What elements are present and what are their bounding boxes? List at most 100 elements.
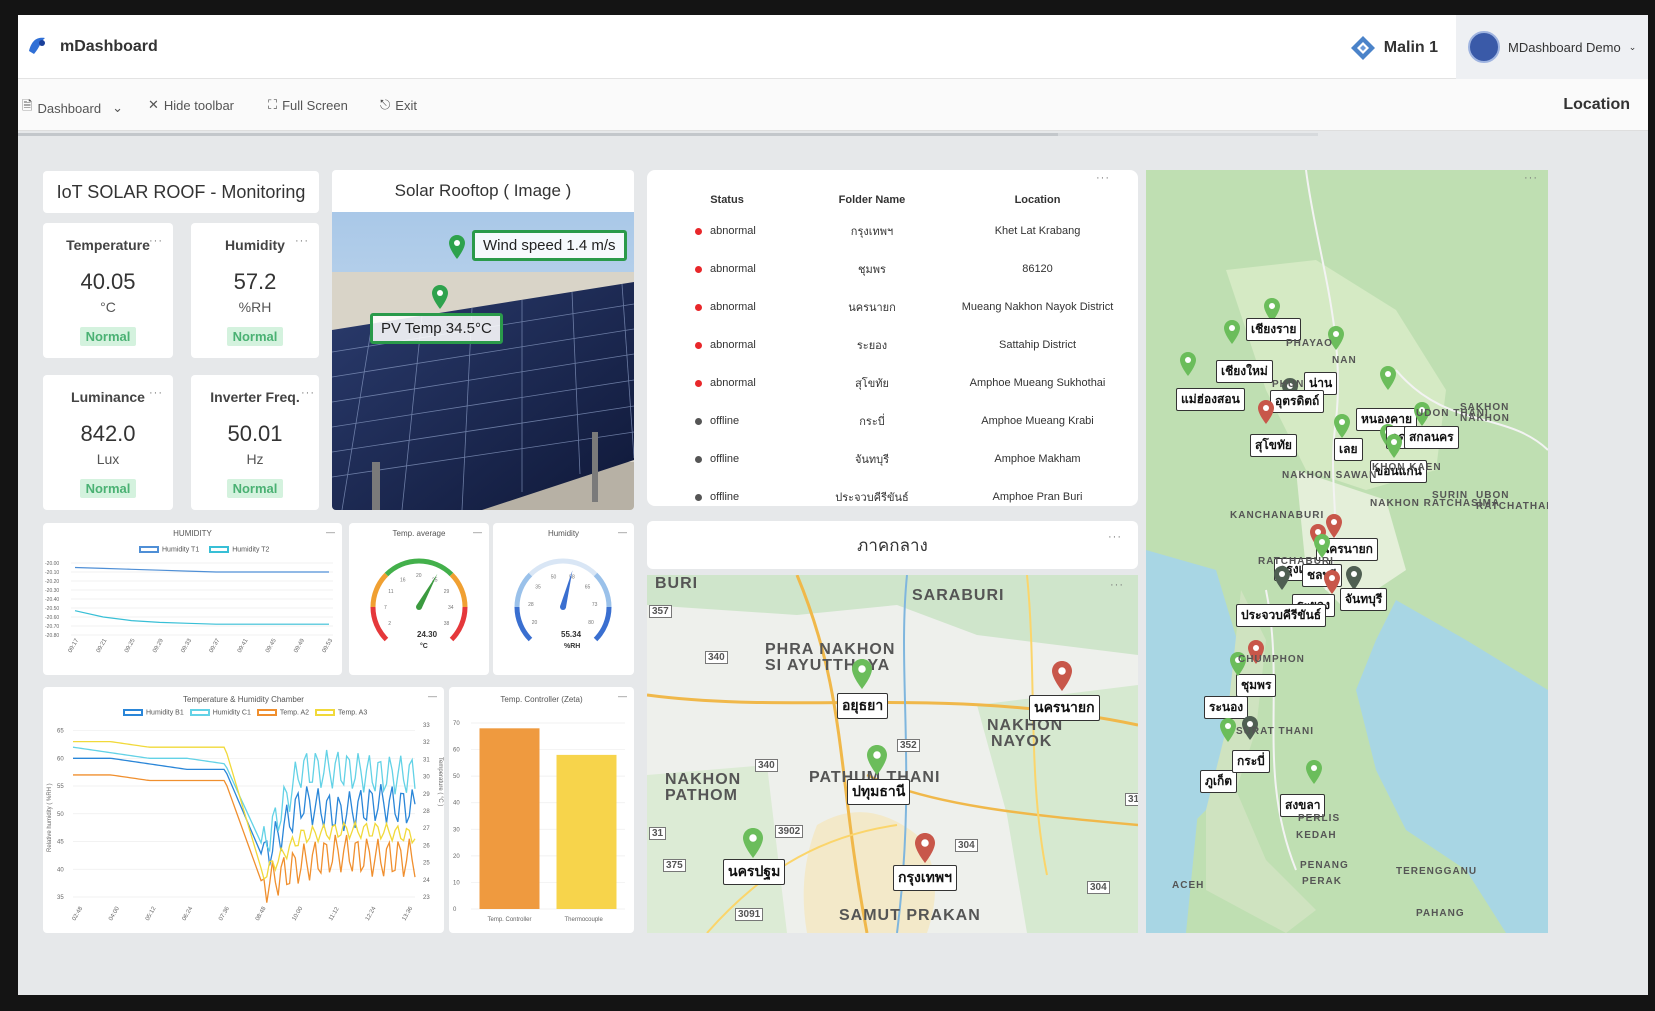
- sensor-card-humidity[interactable]: Humidity ··· 57.2 %RH Normal: [191, 223, 319, 358]
- sensor-card-inverter-freq[interactable]: Inverter Freq. ··· 50.01 Hz Normal: [191, 375, 319, 510]
- sensor-card-luminance[interactable]: Luminance ··· 842.0 Lux Normal: [43, 375, 173, 510]
- location-cell: Amphoe Makham: [994, 453, 1081, 465]
- map-marker-icon[interactable]: [743, 828, 763, 858]
- dashboard-menu[interactable]: 🗎 Dashboard ⌄: [22, 97, 123, 119]
- location-cell: Khet Lat Krabang: [994, 225, 1081, 237]
- status-cell: abnormal: [647, 212, 807, 250]
- map-marker-icon[interactable]: [1052, 661, 1072, 691]
- more-icon[interactable]: ···: [1110, 579, 1124, 591]
- humidity-line-chart-card: HUMIDITY — Humidity T1 Humidity T2 -20.0…: [43, 523, 342, 675]
- map-marker-icon[interactable]: [1386, 434, 1402, 463]
- central-region-map[interactable]: BURI SARABURI PHRA NAKHON SI AYUTTHAYA N…: [647, 575, 1138, 933]
- more-icon[interactable]: ···: [301, 387, 315, 399]
- gauge-tick-label: 16: [400, 577, 406, 583]
- y-tick-label: 45: [57, 840, 64, 846]
- location-pin-icon: [432, 285, 448, 309]
- full-screen-button[interactable]: ⛶ Full Screen: [268, 97, 348, 113]
- sensor-value: 842.0: [80, 421, 136, 446]
- series-line[interactable]: [73, 774, 416, 903]
- map-place: NAYOK: [991, 733, 1053, 750]
- app-brand[interactable]: mDashboard: [60, 38, 158, 56]
- hide-toolbar-label: Hide toolbar: [163, 97, 235, 113]
- map-label[interactable]: เชียงใหม่: [1216, 360, 1273, 383]
- column-header[interactable]: Folder Name: [807, 186, 937, 212]
- x-tick-label: Temp. Controller: [488, 917, 532, 923]
- road-number: 304: [955, 839, 978, 852]
- map-label[interactable]: ประจวบคีรีขันธ์: [1236, 604, 1327, 627]
- map-label[interactable]: จันทบุรี: [1340, 588, 1388, 611]
- map-marker-icon[interactable]: [1258, 400, 1274, 429]
- status-dot: [695, 341, 702, 349]
- map-marker-icon[interactable]: [1274, 566, 1290, 595]
- map-label[interactable]: กระบี่: [1232, 750, 1270, 773]
- folder-name-cell: กระบี่: [859, 416, 885, 428]
- map-marker-icon[interactable]: [852, 659, 872, 689]
- table-row[interactable]: abnormal ระยอง Sattahip District: [647, 326, 1138, 364]
- hide-toolbar-button[interactable]: ✕ Hide toolbar: [148, 97, 234, 113]
- exit-button[interactable]: ⎋ Exit: [380, 97, 417, 113]
- more-icon[interactable]: ···: [1524, 172, 1538, 184]
- map-label[interactable]: ภูเก็ต: [1200, 770, 1238, 793]
- user-name: MDashboard Demo: [1508, 39, 1621, 55]
- map-marker-icon[interactable]: [1380, 366, 1396, 395]
- app-logo-icon[interactable]: [26, 35, 48, 57]
- series-line[interactable]: [74, 566, 329, 573]
- map-marker-icon[interactable]: [1306, 760, 1322, 789]
- y-tick-label: 40: [453, 801, 460, 807]
- map-marker-icon[interactable]: [1220, 718, 1236, 747]
- table-row[interactable]: offline ประจวบคีรีขันธ์ Amphoe Pran Buri: [647, 478, 1138, 506]
- table-row[interactable]: offline จันทบุรี Amphoe Makham: [647, 440, 1138, 478]
- more-icon[interactable]: ···: [1108, 531, 1122, 543]
- bar[interactable]: [556, 754, 617, 909]
- y2-tick-label: 23: [423, 895, 430, 901]
- road-number: 3091: [735, 908, 764, 921]
- column-header[interactable]: Status: [647, 186, 807, 212]
- map-label[interactable]: สกลนคร: [1404, 426, 1459, 449]
- map-label[interactable]: ปทุมธานี: [847, 779, 911, 805]
- table-row[interactable]: abnormal นครนายก Mueang Nakhon Nayok Distr…: [647, 288, 1138, 326]
- thailand-map[interactable]: ··· เชียงราย เชียงใหม่ น่าน แม่ฮ่องสอน อุตรด…: [1146, 170, 1548, 933]
- map-label[interactable]: อุตรดิตถ์: [1270, 390, 1325, 413]
- map-label[interactable]: นครนายก: [1029, 695, 1100, 721]
- status-cell: abnormal: [647, 250, 807, 288]
- full-screen-label: Full Screen: [282, 97, 348, 113]
- series-line[interactable]: [73, 740, 416, 881]
- y-tick-label: -20.20: [45, 579, 59, 585]
- more-icon[interactable]: ···: [1096, 172, 1110, 184]
- sensor-card-temperature[interactable]: Temperature ··· 40.05 °C Normal: [43, 223, 173, 358]
- map-marker-icon[interactable]: [1224, 320, 1240, 349]
- map-place: PHAYAO: [1286, 338, 1333, 349]
- workspace-switcher[interactable]: Malin 1: [1350, 33, 1438, 63]
- column-header[interactable]: Location: [937, 186, 1138, 212]
- status-badge: Normal: [226, 479, 284, 498]
- series-line[interactable]: [74, 610, 329, 625]
- map-place: RATCHABURI: [1258, 556, 1334, 567]
- y2-tick-label: 32: [423, 740, 430, 746]
- more-icon[interactable]: ···: [149, 235, 163, 247]
- table-row[interactable]: abnormal สุโขทัย Amphoe Mueang Sukhothai: [647, 364, 1138, 402]
- table-body: abnormal กรุงเทพฯ Khet Lat Krabang abnormal…: [647, 212, 1138, 506]
- map-marker-icon[interactable]: [1180, 352, 1196, 381]
- map-label[interactable]: เลย: [1334, 438, 1363, 461]
- bar[interactable]: [479, 728, 540, 909]
- table-row[interactable]: abnormal กรุงเทพฯ Khet Lat Krabang: [647, 212, 1138, 250]
- user-menu[interactable]: MDashboard Demo ⌄: [1456, 15, 1648, 79]
- map-place: KHON KAEN: [1372, 462, 1442, 473]
- map-place: PERAK: [1302, 876, 1343, 887]
- x-tick-label: 09:37: [209, 637, 222, 654]
- table-row[interactable]: offline กระบี่ Amphoe Mueang Krabi: [647, 402, 1138, 440]
- map-marker-icon[interactable]: [867, 745, 887, 775]
- solar-image-panel: Solar Rooftop ( Image ) Wind speed 1.4 m…: [332, 170, 634, 510]
- map-label[interactable]: กรุงเทพฯ: [893, 865, 957, 891]
- map-label[interactable]: แม่ฮ่องสอน: [1176, 388, 1245, 411]
- more-icon[interactable]: ···: [295, 235, 309, 247]
- map-label[interactable]: นครปฐม: [723, 859, 786, 885]
- more-icon[interactable]: ···: [149, 387, 163, 399]
- status-badge: Normal: [79, 327, 137, 346]
- gauge-tick-label: 2: [388, 621, 391, 627]
- map-label[interactable]: สุโขทัย: [1250, 434, 1297, 457]
- map-marker-icon[interactable]: [915, 833, 935, 863]
- status-text: offline: [710, 453, 740, 465]
- table-row[interactable]: abnormal ชุมพร 86120: [647, 250, 1138, 288]
- map-label[interactable]: อยุธยา: [837, 693, 889, 719]
